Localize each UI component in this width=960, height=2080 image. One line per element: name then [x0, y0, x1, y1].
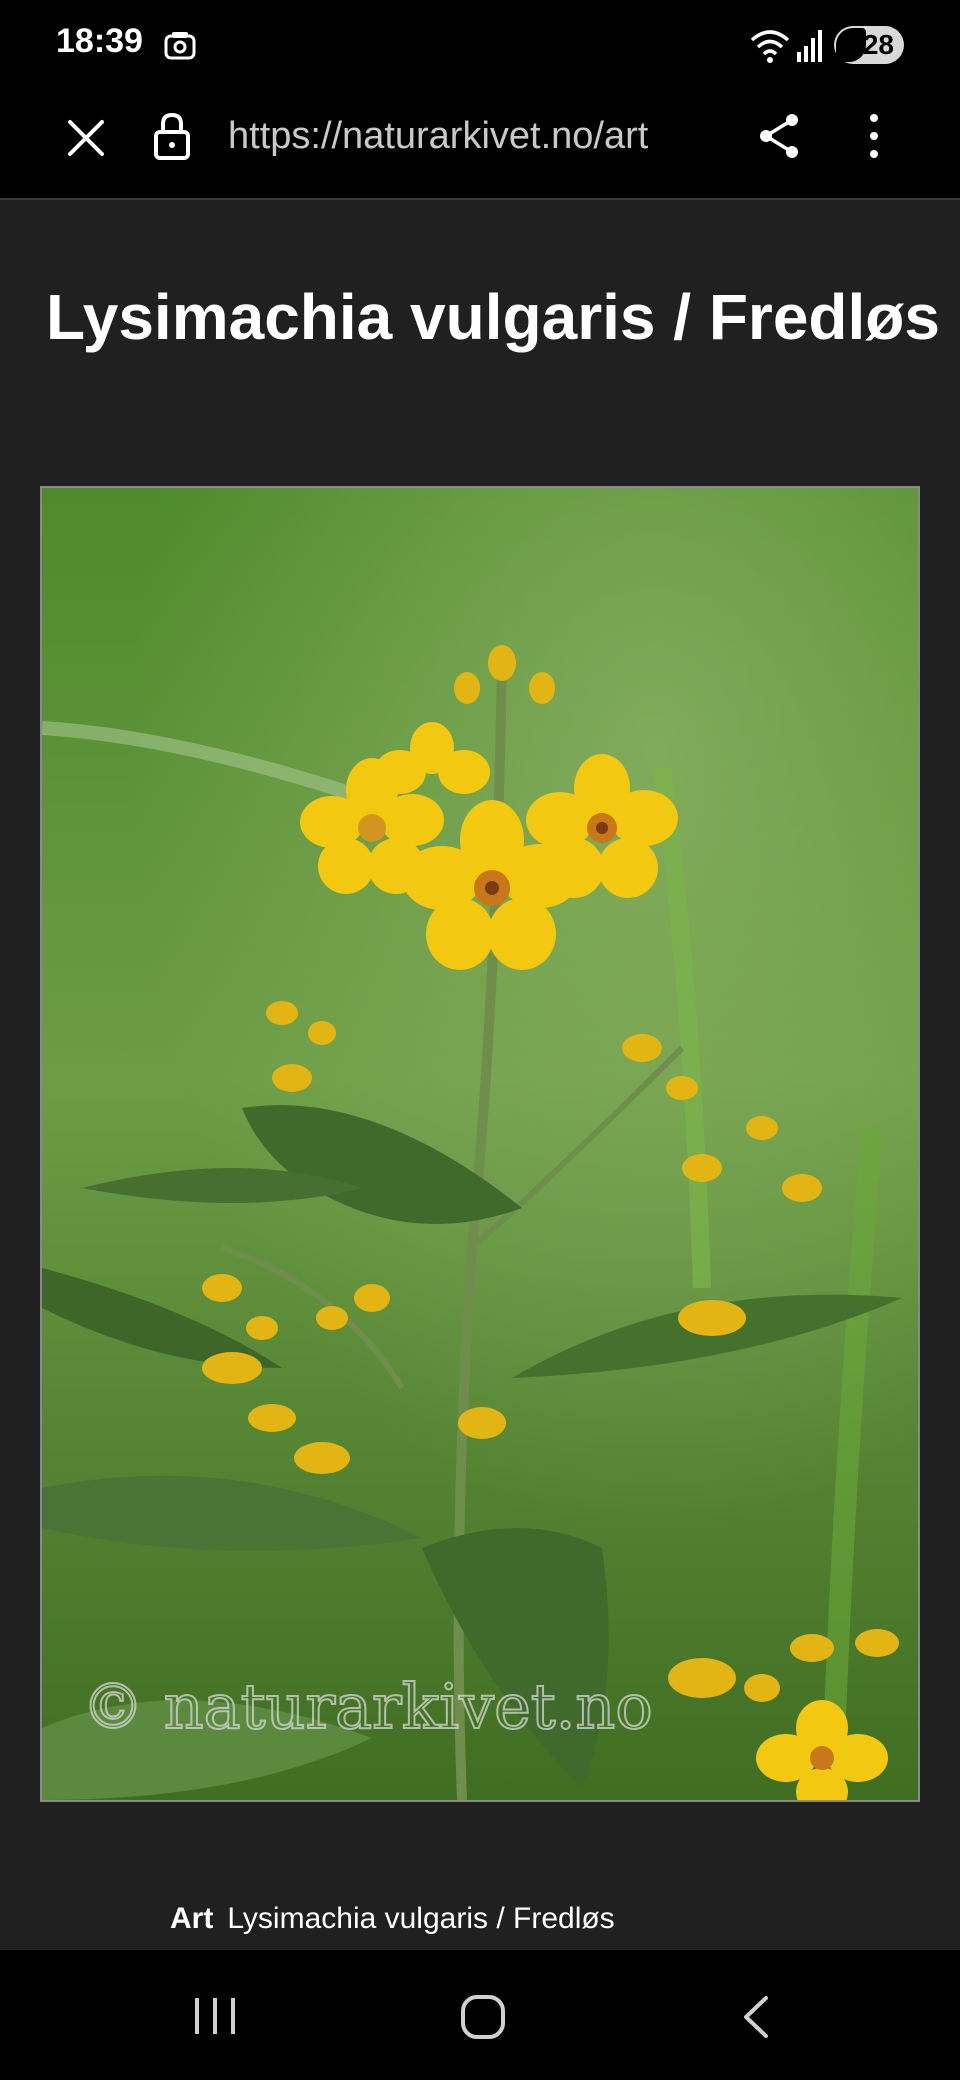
close-icon[interactable] — [60, 112, 112, 164]
home-icon[interactable] — [460, 1994, 506, 2040]
species-photo[interactable]: © naturarkivet.no — [40, 486, 920, 1802]
recent-apps-icon[interactable] — [190, 1994, 240, 2038]
battery-level: 28 — [862, 29, 894, 60]
caption-value: Lysimachia vulgaris / Fredløs — [227, 1902, 615, 1935]
back-icon[interactable] — [738, 1994, 774, 2040]
watermark-text: © naturarkivet.no — [82, 1670, 653, 1743]
caption-label: Art — [170, 1902, 214, 1935]
status-time: 18:39 — [56, 22, 143, 60]
page-title: Lysimachia vulgaris / Fredløs — [46, 281, 940, 353]
battery-saver-icon — [836, 28, 866, 62]
lock-icon[interactable] — [152, 110, 192, 162]
share-icon[interactable] — [754, 110, 806, 162]
signal-icon — [797, 30, 822, 62]
battery-indicator: 28 — [834, 26, 904, 64]
more-vert-icon[interactable] — [858, 110, 890, 162]
photo-caption: Art Lysimachia vulgaris / Fredløs — [170, 1902, 615, 1936]
screen-record-icon — [164, 32, 196, 60]
url-field[interactable]: https://naturarkivet.no/art — [228, 112, 716, 160]
wifi-icon — [750, 30, 790, 63]
flower-photo-illustration: © naturarkivet.no — [42, 488, 918, 1800]
